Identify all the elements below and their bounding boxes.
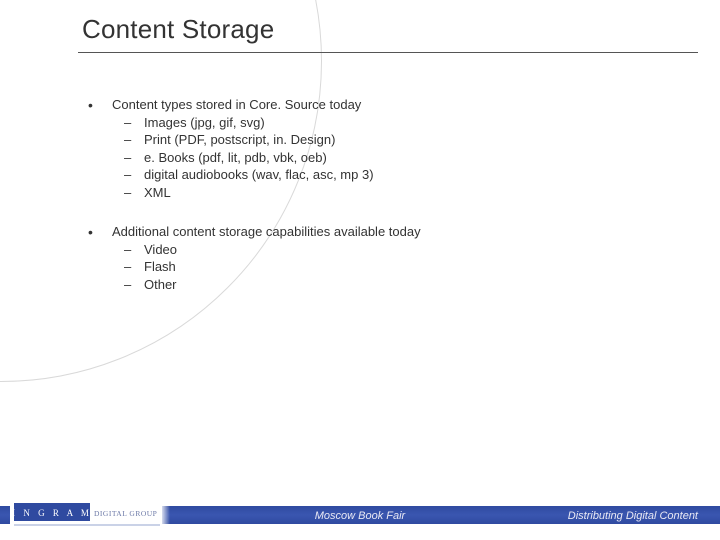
logo: I N G R A M DIGITAL GROUP [10,498,162,528]
bullet-item: Additional content storage capabilities … [88,223,648,293]
subbullet-item: digital audiobooks (wav, flac, asc, mp 3… [112,166,648,184]
page-title: Content Storage [82,14,274,45]
logo-letters: I N G R A M [12,508,92,518]
subbullet-item: Flash [112,258,648,276]
subbullet-item: Other [112,276,648,294]
subbullet-item: XML [112,184,648,202]
footer-right-text: Distributing Digital Content [568,510,698,522]
bullet-item: Content types stored in Core. Source tod… [88,96,648,201]
bullet-label: Content types stored in Core. Source tod… [112,97,361,112]
subbullet-item: Video [112,241,648,259]
subbullet-item: Images (jpg, gif, svg) [112,114,648,132]
bullet-label: Additional content storage capabilities … [112,224,421,239]
content-area: Content types stored in Core. Source tod… [88,96,648,315]
logo-subtext: DIGITAL GROUP [94,509,157,518]
slide: Content Storage Content types stored in … [0,0,720,540]
subbullet-item: e. Books (pdf, lit, pdb, vbk, oeb) [112,149,648,167]
subbullet-item: Print (PDF, postscript, in. Design) [112,131,648,149]
title-underline [78,52,698,53]
